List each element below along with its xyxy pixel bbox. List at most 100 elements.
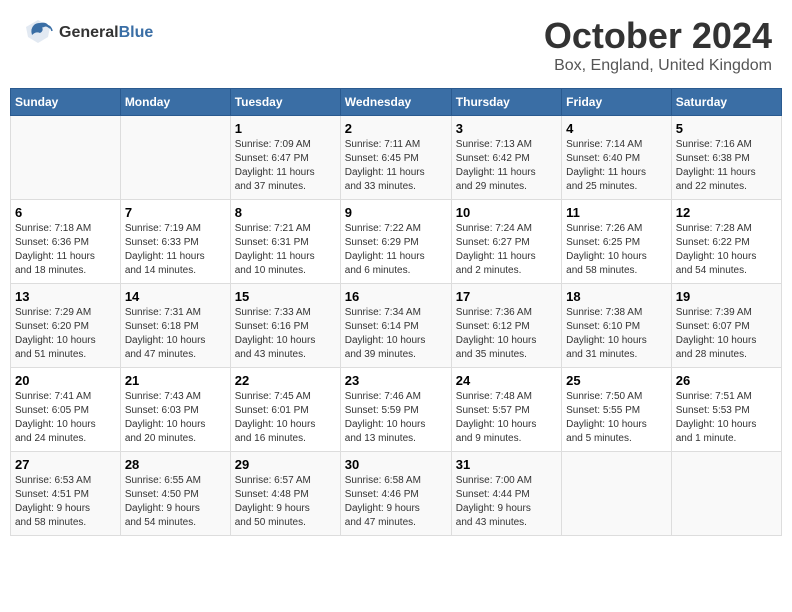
day-info: Sunrise: 7:29 AM Sunset: 6:20 PM Dayligh…	[15, 306, 116, 362]
calendar-cell: 20 Sunrise: 7:41 AM Sunset: 6:05 PM Dayli…	[11, 368, 121, 452]
calendar-cell: 17 Sunrise: 7:36 AM Sunset: 6:12 PM Dayli…	[451, 284, 561, 368]
day-number: 1	[235, 121, 336, 136]
day-info: Sunrise: 7:48 AM Sunset: 5:57 PM Dayligh…	[456, 390, 557, 446]
calendar-cell: 3Sunrise: 7:13 AM Sunset: 6:42 PM Daylig…	[451, 116, 561, 200]
day-info: Sunrise: 7:46 AM Sunset: 5:59 PM Dayligh…	[345, 390, 447, 446]
calendar-cell: 26 Sunrise: 7:51 AM Sunset: 5:53 PM Dayli…	[671, 368, 781, 452]
day-info: Sunrise: 7:14 AM Sunset: 6:40 PM Dayligh…	[566, 138, 667, 194]
calendar-cell: 15 Sunrise: 7:33 AM Sunset: 6:16 PM Dayli…	[230, 284, 340, 368]
calendar-cell: 28Sunrise: 6:55 AM Sunset: 4:50 PM Dayli…	[120, 452, 230, 536]
calendar-cell: 24 Sunrise: 7:48 AM Sunset: 5:57 PM Dayli…	[451, 368, 561, 452]
day-number: 16	[345, 289, 447, 304]
calendar-week-row: 1 Sunrise: 7:09 AM Sunset: 6:47 PM Daylig…	[11, 116, 782, 200]
day-number: 2	[345, 121, 447, 136]
calendar-cell: 13 Sunrise: 7:29 AM Sunset: 6:20 PM Dayli…	[11, 284, 121, 368]
calendar-cell	[11, 116, 121, 200]
day-number: 6	[15, 205, 116, 220]
calendar-cell: 11 Sunrise: 7:26 AM Sunset: 6:25 PM Dayli…	[562, 200, 672, 284]
weekday-header: Monday	[120, 89, 230, 116]
calendar-cell	[671, 452, 781, 536]
day-info: Sunrise: 7:33 AM Sunset: 6:16 PM Dayligh…	[235, 306, 336, 362]
day-number: 14	[125, 289, 226, 304]
calendar-cell: 23 Sunrise: 7:46 AM Sunset: 5:59 PM Dayli…	[340, 368, 451, 452]
calendar-week-row: 27 Sunrise: 6:53 AM Sunset: 4:51 PM Dayli…	[11, 452, 782, 536]
day-number: 22	[235, 373, 336, 388]
day-info: Sunrise: 6:53 AM Sunset: 4:51 PM Dayligh…	[15, 474, 116, 530]
calendar-cell: 31 Sunrise: 7:00 AM Sunset: 4:44 PM Dayli…	[451, 452, 561, 536]
weekday-header: Thursday	[451, 89, 561, 116]
day-info: Sunrise: 7:26 AM Sunset: 6:25 PM Dayligh…	[566, 222, 667, 278]
day-number: 3	[456, 121, 557, 136]
calendar-week-row: 13 Sunrise: 7:29 AM Sunset: 6:20 PM Dayli…	[11, 284, 782, 368]
day-info: Sunrise: 7:00 AM Sunset: 4:44 PM Dayligh…	[456, 474, 557, 530]
weekday-header: Friday	[562, 89, 672, 116]
logo-text: GeneralBlue	[59, 24, 153, 42]
calendar-cell: 18 Sunrise: 7:38 AM Sunset: 6:10 PM Dayli…	[562, 284, 672, 368]
logo-icon	[20, 15, 55, 50]
calendar-cell	[120, 116, 230, 200]
day-number: 19	[676, 289, 777, 304]
day-info: Sunrise: 7:31 AM Sunset: 6:18 PM Dayligh…	[125, 306, 226, 362]
calendar-cell: 29 Sunrise: 6:57 AM Sunset: 4:48 PM Dayli…	[230, 452, 340, 536]
calendar-cell: 14 Sunrise: 7:31 AM Sunset: 6:18 PM Dayli…	[120, 284, 230, 368]
day-info: Sunrise: 6:57 AM Sunset: 4:48 PM Dayligh…	[235, 474, 336, 530]
day-number: 5	[676, 121, 777, 136]
day-info: Sunrise: 7:34 AM Sunset: 6:14 PM Dayligh…	[345, 306, 447, 362]
logo: GeneralBlue	[20, 15, 153, 50]
day-info: Sunrise: 7:51 AM Sunset: 5:53 PM Dayligh…	[676, 390, 777, 446]
day-info: Sunrise: 7:28 AM Sunset: 6:22 PM Dayligh…	[676, 222, 777, 278]
weekday-header-row: SundayMondayTuesdayWednesdayThursdayFrid…	[11, 89, 782, 116]
calendar-cell: 10 Sunrise: 7:24 AM Sunset: 6:27 PM Dayli…	[451, 200, 561, 284]
day-info: Sunrise: 7:11 AM Sunset: 6:45 PM Dayligh…	[345, 138, 447, 194]
day-number: 15	[235, 289, 336, 304]
calendar-week-row: 6Sunrise: 7:18 AM Sunset: 6:36 PM Daylig…	[11, 200, 782, 284]
calendar-cell: 2 Sunrise: 7:11 AM Sunset: 6:45 PM Daylig…	[340, 116, 451, 200]
calendar-cell: 27 Sunrise: 6:53 AM Sunset: 4:51 PM Dayli…	[11, 452, 121, 536]
day-info: Sunrise: 7:38 AM Sunset: 6:10 PM Dayligh…	[566, 306, 667, 362]
calendar-cell: 8 Sunrise: 7:21 AM Sunset: 6:31 PM Daylig…	[230, 200, 340, 284]
day-number: 20	[15, 373, 116, 388]
day-number: 29	[235, 457, 336, 472]
weekday-header: Wednesday	[340, 89, 451, 116]
calendar-week-row: 20 Sunrise: 7:41 AM Sunset: 6:05 PM Dayli…	[11, 368, 782, 452]
day-number: 10	[456, 205, 557, 220]
day-info: Sunrise: 7:39 AM Sunset: 6:07 PM Dayligh…	[676, 306, 777, 362]
day-number: 30	[345, 457, 447, 472]
day-number: 12	[676, 205, 777, 220]
day-number: 23	[345, 373, 447, 388]
day-number: 11	[566, 205, 667, 220]
calendar-cell: 22Sunrise: 7:45 AM Sunset: 6:01 PM Dayli…	[230, 368, 340, 452]
calendar-cell: 1 Sunrise: 7:09 AM Sunset: 6:47 PM Daylig…	[230, 116, 340, 200]
day-number: 18	[566, 289, 667, 304]
day-info: Sunrise: 7:24 AM Sunset: 6:27 PM Dayligh…	[456, 222, 557, 278]
calendar-cell: 9Sunrise: 7:22 AM Sunset: 6:29 PM Daylig…	[340, 200, 451, 284]
day-number: 13	[15, 289, 116, 304]
day-info: Sunrise: 7:22 AM Sunset: 6:29 PM Dayligh…	[345, 222, 447, 278]
calendar-cell	[562, 452, 672, 536]
day-info: Sunrise: 7:21 AM Sunset: 6:31 PM Dayligh…	[235, 222, 336, 278]
day-info: Sunrise: 7:41 AM Sunset: 6:05 PM Dayligh…	[15, 390, 116, 446]
page-header: GeneralBlue October 2024 Box, England, U…	[10, 10, 782, 80]
day-info: Sunrise: 6:55 AM Sunset: 4:50 PM Dayligh…	[125, 474, 226, 530]
day-number: 31	[456, 457, 557, 472]
day-number: 4	[566, 121, 667, 136]
day-info: Sunrise: 7:50 AM Sunset: 5:55 PM Dayligh…	[566, 390, 667, 446]
day-number: 26	[676, 373, 777, 388]
calendar-table: SundayMondayTuesdayWednesdayThursdayFrid…	[10, 88, 782, 536]
day-info: Sunrise: 7:43 AM Sunset: 6:03 PM Dayligh…	[125, 390, 226, 446]
calendar-cell: 7 Sunrise: 7:19 AM Sunset: 6:33 PM Daylig…	[120, 200, 230, 284]
day-number: 8	[235, 205, 336, 220]
day-number: 21	[125, 373, 226, 388]
day-number: 27	[15, 457, 116, 472]
day-number: 7	[125, 205, 226, 220]
day-number: 17	[456, 289, 557, 304]
title-block: October 2024 Box, England, United Kingdo…	[544, 15, 772, 75]
calendar-cell: 30Sunrise: 6:58 AM Sunset: 4:46 PM Dayli…	[340, 452, 451, 536]
day-info: Sunrise: 7:09 AM Sunset: 6:47 PM Dayligh…	[235, 138, 336, 194]
day-number: 24	[456, 373, 557, 388]
weekday-header: Saturday	[671, 89, 781, 116]
weekday-header: Tuesday	[230, 89, 340, 116]
day-info: Sunrise: 7:19 AM Sunset: 6:33 PM Dayligh…	[125, 222, 226, 278]
calendar-cell: 25Sunrise: 7:50 AM Sunset: 5:55 PM Dayli…	[562, 368, 672, 452]
day-info: Sunrise: 7:36 AM Sunset: 6:12 PM Dayligh…	[456, 306, 557, 362]
